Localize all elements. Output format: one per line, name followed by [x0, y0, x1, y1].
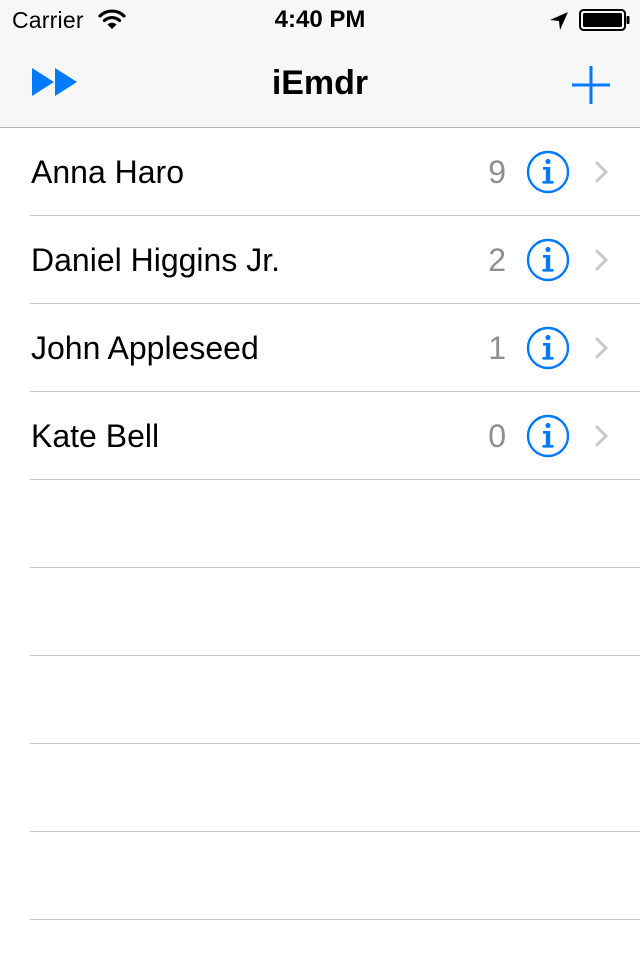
info-icon — [526, 238, 570, 282]
empty-row — [0, 656, 640, 744]
info-icon — [526, 150, 570, 194]
nav-title: iEmdr — [271, 64, 369, 102]
plus-icon — [572, 66, 610, 104]
chevron-right-icon — [595, 249, 608, 271]
location-arrow-icon — [550, 12, 568, 30]
info-icon — [526, 326, 570, 370]
empty-row — [0, 744, 640, 832]
chevron-right-icon — [595, 337, 608, 359]
row-count: 9 — [488, 154, 506, 190]
chevron-right-icon — [595, 425, 608, 447]
row-name: Anna Haro — [31, 154, 184, 190]
row-name: Daniel Higgins Jr. — [31, 242, 280, 278]
table-row[interactable]: John Appleseed 1 — [0, 304, 640, 392]
table-row[interactable]: Kate Bell 0 — [0, 392, 640, 480]
row-count: 0 — [488, 418, 506, 454]
top-bar: Carrier 4:40 PM iEmdr — [0, 0, 640, 128]
row-name: John Appleseed — [31, 330, 259, 366]
info-button[interactable] — [526, 150, 570, 194]
table-row[interactable]: Daniel Higgins Jr. 2 — [0, 216, 640, 304]
chevron-right-icon — [595, 161, 608, 183]
contacts-table: Anna Haro 9 Daniel Higgins Jr. 2 John Ap… — [0, 128, 640, 920]
info-icon — [526, 414, 570, 458]
empty-row — [0, 832, 640, 920]
empty-row — [0, 480, 640, 568]
row-count: 2 — [488, 242, 506, 278]
row-name: Kate Bell — [31, 418, 160, 454]
table-row[interactable]: Anna Haro 9 — [0, 128, 640, 216]
navigation-bar: iEmdr — [0, 40, 640, 128]
battery-icon — [579, 9, 630, 31]
info-button[interactable] — [526, 238, 570, 282]
status-bar: Carrier 4:40 PM — [0, 0, 640, 40]
info-button[interactable] — [526, 326, 570, 370]
status-time: 4:40 PM — [274, 6, 366, 33]
empty-row — [0, 568, 640, 656]
add-button[interactable] — [566, 60, 616, 110]
row-count: 1 — [488, 330, 506, 366]
info-button[interactable] — [526, 414, 570, 458]
